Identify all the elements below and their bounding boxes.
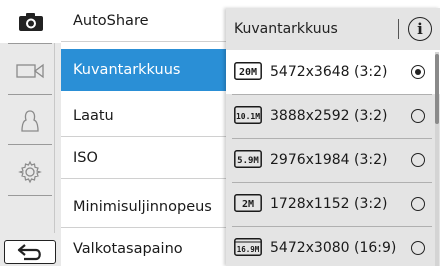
resolution-badge-icon: 16.9M [234, 238, 262, 256]
resolution-badge-icon: 5.9M [234, 150, 262, 168]
radio-unselected[interactable] [411, 197, 425, 211]
resolution-label: 5472x3648 (3:2) [270, 64, 388, 80]
camera-icon [18, 12, 43, 31]
tab-video[interactable] [4, 49, 56, 92]
badge-text: 10.1M [236, 112, 260, 121]
resolution-option-5-9m[interactable]: 5.9M 2976x1984 (3:2) [226, 138, 440, 182]
back-arrow-icon [17, 244, 41, 261]
camera-settings-screen: AutoShare Kuvantarkkuus Laatu ISO Minimi… [0, 0, 440, 266]
tab-divider [54, 43, 55, 233]
header-divider [398, 19, 399, 39]
tab-separator [8, 94, 52, 95]
menu-item-iso[interactable]: ISO [61, 137, 226, 179]
resolution-option-10m[interactable]: 10.1M 3888x2592 (3:2) [226, 94, 440, 138]
radio-unselected[interactable] [411, 109, 425, 123]
badge-text: 2M [242, 199, 254, 210]
resolution-option-2m[interactable]: 2M 1728x1152 (3:2) [226, 182, 440, 226]
resolution-badge-icon: 2M [234, 194, 262, 212]
resolution-label: 2976x1984 (3:2) [270, 152, 388, 168]
tab-separator [8, 43, 52, 44]
menu-item-label: Minimisuljinnopeus [73, 198, 212, 215]
menu-item-laatu[interactable]: Laatu [61, 95, 226, 137]
tab-settings[interactable] [4, 150, 56, 193]
info-icon: i [417, 20, 423, 38]
resolution-popup: Kuvantarkkuus i 20M 5472x3648 (3:2) 10.1… [226, 8, 440, 266]
settings-menu: AutoShare Kuvantarkkuus Laatu ISO Minimi… [61, 0, 226, 266]
person-icon [21, 109, 39, 132]
menu-item-label: Laatu [73, 107, 114, 124]
tab-separator [8, 195, 52, 196]
resolution-option-20m[interactable]: 20M 5472x3648 (3:2) [226, 50, 440, 94]
resolution-badge-icon: 20M [234, 62, 262, 80]
menu-item-label: Kuvantarkkuus [73, 62, 181, 78]
tab-camera[interactable] [0, 0, 61, 43]
scrollbar-thumb[interactable] [435, 54, 439, 124]
mode-tab-bar [0, 0, 61, 266]
tab-person[interactable] [4, 99, 56, 142]
video-icon [16, 63, 44, 78]
resolution-label: 3888x2592 (3:2) [270, 108, 388, 124]
badge-text: 5.9M [237, 156, 259, 166]
radio-selected[interactable] [411, 65, 425, 79]
info-button[interactable]: i [408, 17, 432, 41]
menu-item-label: ISO [73, 149, 98, 166]
back-button[interactable] [4, 240, 56, 264]
menu-item-label: AutoShare [73, 12, 149, 29]
popup-header: Kuvantarkkuus i [226, 8, 440, 50]
menu-item-label: Valkotasapaino [73, 241, 183, 257]
badge-text: 16.9M [237, 245, 260, 254]
menu-item-valkotasapaino[interactable]: Valkotasapaino [61, 228, 226, 266]
resolution-option-16-9m[interactable]: 16.9M 5472x3080 (16:9) [226, 226, 440, 266]
menu-item-autoshare[interactable]: AutoShare [61, 0, 226, 42]
menu-item-minimisuljinnopeus[interactable]: Minimisuljinnopeus [61, 186, 226, 228]
tab-separator [8, 144, 52, 145]
badge-text: 20M [239, 67, 257, 78]
radio-unselected[interactable] [411, 153, 425, 167]
resolution-label: 5472x3080 (16:9) [270, 240, 397, 256]
menu-item-kuvantarkkuus[interactable]: Kuvantarkkuus [61, 49, 226, 91]
gear-icon [18, 160, 42, 183]
resolution-badge-icon: 10.1M [234, 106, 262, 124]
popup-title: Kuvantarkkuus [234, 21, 338, 37]
resolution-label: 1728x1152 (3:2) [270, 196, 388, 212]
radio-unselected[interactable] [411, 241, 425, 255]
